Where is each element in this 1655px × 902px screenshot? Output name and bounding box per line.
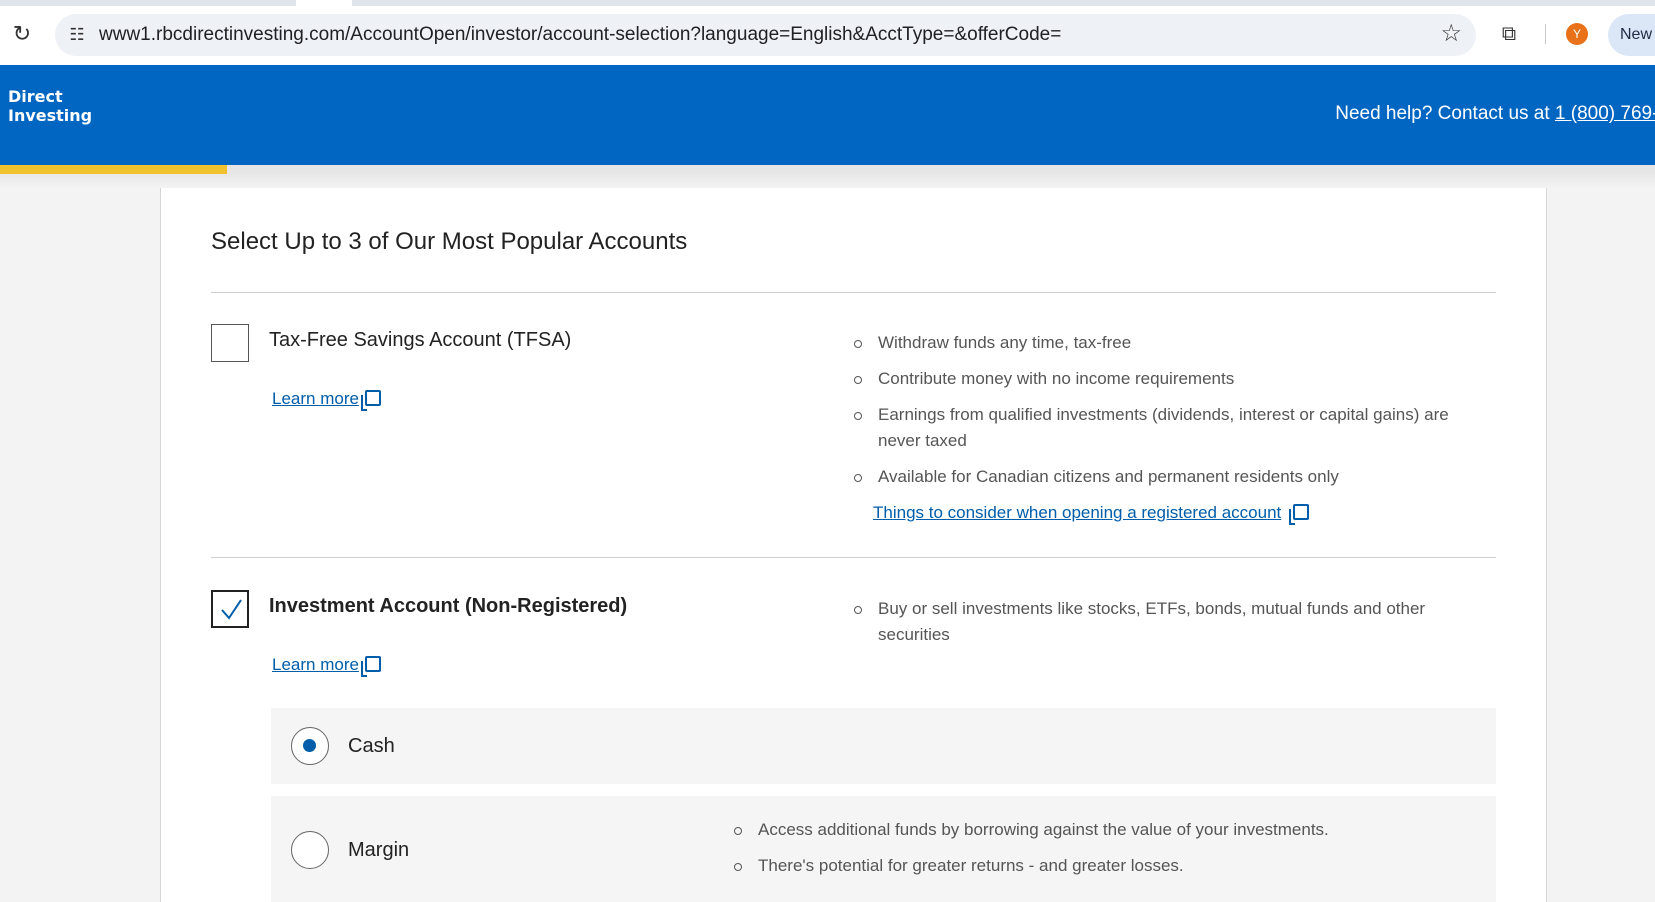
- direct-investing-logo[interactable]: Direct Investing: [8, 87, 92, 125]
- tfsa-checkbox[interactable]: [211, 324, 249, 362]
- extensions-icon[interactable]: ⧉: [1497, 22, 1521, 46]
- investment-learn-more-link[interactable]: Learn more: [272, 655, 381, 677]
- progress-fill: [0, 165, 227, 174]
- bookmark-star-icon[interactable]: ☆: [1440, 22, 1462, 46]
- consider-link-label: Things to consider when opening a regist…: [873, 503, 1282, 522]
- list-item: There's potential for greater returns - …: [734, 853, 1474, 879]
- margin-option-row[interactable]: Margin Access additional funds by borrow…: [271, 796, 1496, 902]
- logo-line-2: Investing: [8, 106, 93, 125]
- tfsa-learn-more-link[interactable]: Learn more: [272, 389, 381, 411]
- margin-radio[interactable]: [291, 831, 329, 869]
- reload-icon[interactable]: ↻: [10, 22, 34, 46]
- divider: [211, 557, 1496, 558]
- progress-bar: [0, 165, 1655, 174]
- help-contact: Need help? Contact us at 1 (800) 769-2: [1335, 103, 1655, 125]
- list-item: Buy or sell investments like stocks, ETF…: [854, 596, 1454, 648]
- list-item: Access additional funds by borrowing aga…: [734, 817, 1474, 843]
- investment-account-name: Investment Account (Non-Registered): [269, 595, 628, 617]
- active-tab[interactable]: [296, 0, 352, 6]
- page-title: Select Up to 3 of Our Most Popular Accou…: [211, 228, 688, 255]
- investment-benefits-list: Buy or sell investments like stocks, ETF…: [854, 596, 1454, 658]
- tfsa-learn-more-label: Learn more: [272, 389, 359, 408]
- cash-radio[interactable]: [291, 727, 329, 765]
- margin-label: Margin: [348, 839, 410, 861]
- cash-label: Cash: [348, 735, 395, 757]
- toolbar-separator: [1545, 24, 1546, 44]
- browser-toolbar: ↻ ☷ www1.rbcdirectinvesting.com/AccountO…: [0, 0, 1655, 65]
- list-item: Contribute money with no income requirem…: [854, 366, 1474, 392]
- list-item: Earnings from qualified investments (div…: [854, 402, 1474, 454]
- tfsa-benefits-list: Withdraw funds any time, tax-free Contri…: [854, 330, 1474, 500]
- tab-strip: [0, 0, 1655, 6]
- divider: [211, 292, 1496, 293]
- investment-account-checkbox[interactable]: [211, 590, 249, 628]
- margin-benefits-list: Access additional funds by borrowing aga…: [734, 817, 1474, 889]
- new-chrome-button[interactable]: New: [1608, 14, 1655, 56]
- help-text: Need help? Contact us at: [1335, 103, 1555, 124]
- checkmark-icon: [221, 599, 242, 620]
- site-info-icon[interactable]: ☷: [65, 23, 89, 47]
- registered-account-consider-link[interactable]: Things to consider when opening a regist…: [873, 503, 1310, 525]
- url-text[interactable]: www1.rbcdirectinvesting.com/AccountOpen/…: [99, 24, 1061, 46]
- help-phone-link[interactable]: 1 (800) 769-2: [1555, 103, 1655, 124]
- cash-option-row[interactable]: Cash: [271, 708, 1496, 784]
- list-item: Withdraw funds any time, tax-free: [854, 330, 1474, 356]
- header-shadow: [0, 174, 1655, 188]
- radio-selected-dot: [303, 739, 316, 752]
- tfsa-account-name: Tax-Free Savings Account (TFSA): [269, 329, 572, 351]
- external-link-icon: [360, 656, 381, 677]
- logo-line-1: Direct: [8, 87, 63, 106]
- list-item: Available for Canadian citizens and perm…: [854, 464, 1474, 490]
- investment-learn-more-label: Learn more: [272, 655, 359, 674]
- site-header: Direct Investing Need help? Contact us a…: [0, 65, 1655, 165]
- external-link-icon: [1289, 504, 1310, 525]
- address-bar[interactable]: ☷ www1.rbcdirectinvesting.com/AccountOpe…: [55, 14, 1476, 56]
- profile-avatar[interactable]: Y: [1566, 23, 1588, 45]
- account-selection-card: Select Up to 3 of Our Most Popular Accou…: [160, 188, 1547, 902]
- external-link-icon: [360, 390, 381, 411]
